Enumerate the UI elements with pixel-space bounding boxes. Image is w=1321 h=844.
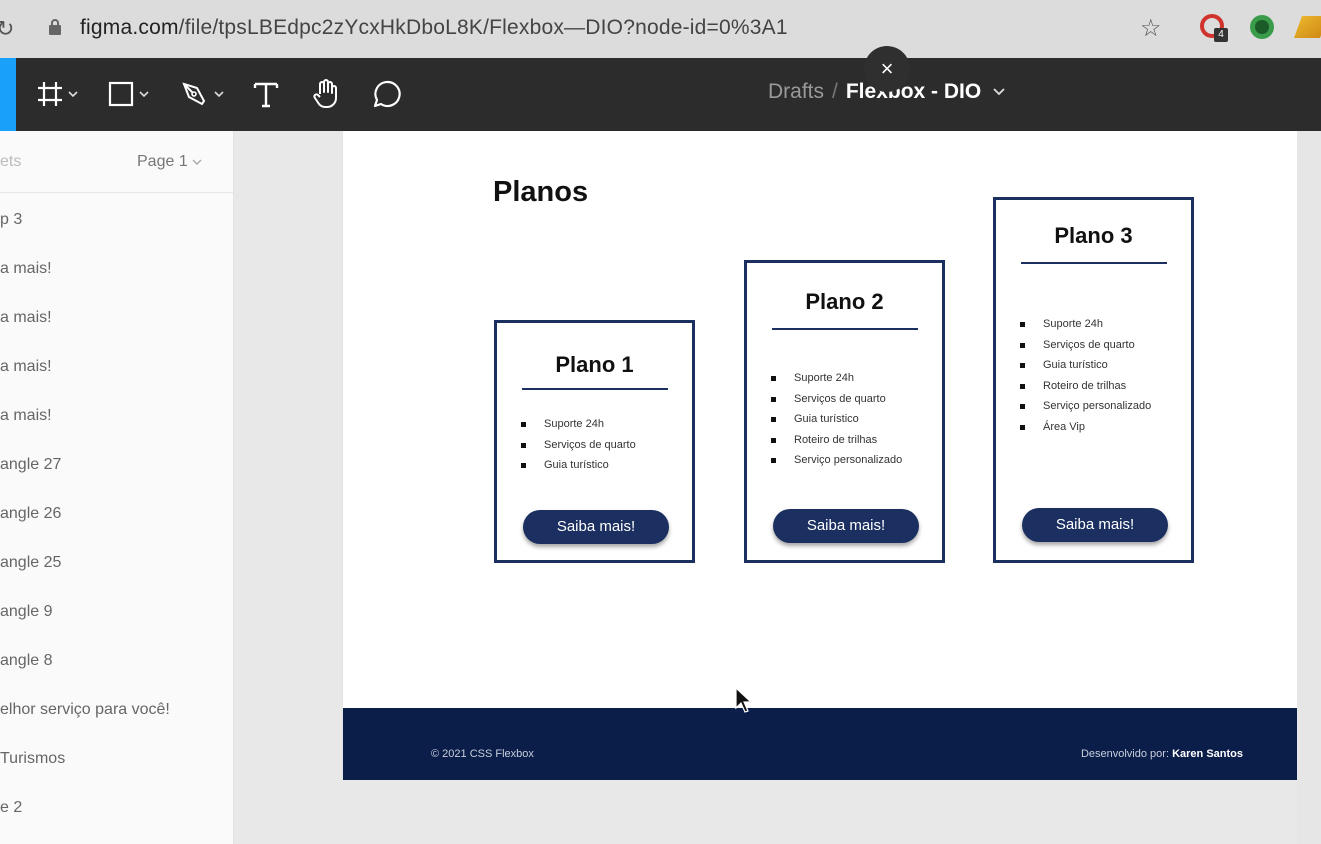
footer-credit: Desenvolvido por: Karen Santos [1081,748,1243,760]
assets-tab[interactable]: ets [0,153,21,171]
comment-tool[interactable] [372,78,402,110]
url-path: /file/tpsLBEdpc2zYcxHkDboL8K/Flexbox—DIO… [178,16,788,39]
chevron-down-icon [192,159,202,165]
extension-icon[interactable] [1293,16,1321,38]
feature-item: Serviço personalizado [771,450,942,471]
lock-icon [49,19,61,35]
feature-item: Roteiro de trilhas [771,430,942,451]
layer-item[interactable]: a mais! [0,357,233,406]
page-selector[interactable]: Page 1 [137,153,202,171]
file-name[interactable]: Flexbox - DIO [846,80,981,103]
plan-card-2[interactable]: Plano 2 Suporte 24h Serviços de quarto G… [744,260,945,563]
canvas-edge [1297,131,1321,844]
section-title: Planos [493,176,589,208]
pen-tool[interactable] [180,78,224,110]
chevron-down-icon [139,91,149,98]
feature-item: Roteiro de trilhas [1020,376,1191,397]
rectangle-tool[interactable] [107,78,149,110]
comment-icon [373,80,401,108]
mouse-cursor-icon [735,686,753,713]
plan-card-1[interactable]: Plano 1 Suporte 24h Serviços de quarto G… [494,320,695,563]
feature-item: Guia turístico [1020,355,1191,376]
canvas[interactable]: Planos Plano 1 Suporte 24h Serviços de q… [234,131,1321,844]
page-footer: © 2021 CSS Flexbox Desenvolvido por: Kar… [343,708,1297,780]
layer-item[interactable]: e 2 [0,798,233,844]
card-divider [521,388,668,390]
feature-item: Guia turístico [521,455,692,476]
card-divider [771,328,918,330]
breadcrumb-drafts[interactable]: Drafts [768,80,824,103]
layer-item[interactable]: angle 27 [0,455,233,504]
bookmark-star-icon[interactable]: ☆ [1140,14,1162,43]
developer-name: Karen Santos [1172,748,1243,760]
browser-address-bar: ↻ figma.com/file/tpsLBEdpc2zYcxHkDboL8K/… [0,0,1321,58]
layer-item[interactable]: angle 25 [0,553,233,602]
main-menu-button[interactable] [0,58,16,131]
saiba-mais-button[interactable]: Saiba mais! [1022,508,1168,542]
text-icon [253,82,279,108]
saiba-mais-button[interactable]: Saiba mais! [523,510,669,544]
layer-item[interactable]: a mais! [0,406,233,455]
rectangle-icon [108,81,134,107]
feature-item: Serviço personalizado [1020,396,1191,417]
layer-item[interactable]: Turismos [0,749,233,798]
feature-list: Suporte 24h Serviços de quarto Guia turí… [996,314,1191,437]
plan-card-3[interactable]: Plano 3 Suporte 24h Serviços de quarto G… [993,197,1194,563]
layer-item[interactable]: angle 26 [0,504,233,553]
card-title: Plano 1 [555,352,634,377]
design-frame[interactable]: Planos Plano 1 Suporte 24h Serviços de q… [343,131,1297,779]
chevron-down-icon [214,91,224,98]
layer-item[interactable]: angle 8 [0,651,233,700]
feature-item: Serviços de quarto [771,389,942,410]
layer-list: p 3 a mais! a mais! a mais! a mais! angl… [0,193,233,844]
text-tool[interactable] [252,78,280,110]
layer-item[interactable]: p 3 [0,210,233,259]
layer-item[interactable]: elhor serviço para você! [0,700,233,749]
reload-icon[interactable]: ↻ [0,16,14,42]
extension-icon[interactable]: 4 [1200,14,1228,42]
feature-item: Suporte 24h [771,368,942,389]
chevron-down-icon[interactable] [993,88,1005,96]
feature-item: Suporte 24h [521,414,692,435]
breadcrumb-separator: / [832,80,838,103]
extension-badge: 4 [1214,28,1228,42]
saiba-mais-button[interactable]: Saiba mais! [773,509,919,543]
feature-item: Área Vip [1020,417,1191,438]
developed-by-label: Desenvolvido por: [1080,748,1170,760]
hand-icon [313,79,337,108]
pen-icon [182,82,206,106]
page-label: Page 1 [137,153,188,170]
url-field[interactable]: figma.com/file/tpsLBEdpc2zYcxHkDboL8K/Fl… [80,16,788,40]
panel-header: ets Page 1 [0,131,233,193]
url-host: figma.com [80,16,179,39]
frame-icon [38,82,62,106]
card-divider [1020,262,1167,264]
figma-toolbar: Drafts / Flexbox - DIO [0,58,1321,131]
frame-tool[interactable] [36,78,78,110]
card-title: Plano 2 [805,289,884,314]
close-button[interactable]: × [864,46,910,92]
layer-item[interactable]: a mais! [0,259,233,308]
layer-item[interactable]: a mais! [0,308,233,357]
feature-item: Serviços de quarto [521,435,692,456]
feature-item: Suporte 24h [1020,314,1191,335]
hand-tool[interactable] [312,78,342,110]
feature-list: Suporte 24h Serviços de quarto Guia turí… [497,414,692,476]
card-title: Plano 3 [1054,223,1133,248]
feature-list: Suporte 24h Serviços de quarto Guia turí… [747,368,942,471]
layer-item[interactable]: angle 9 [0,602,233,651]
chevron-down-icon [68,91,78,98]
extension-icon[interactable] [1250,15,1274,39]
footer-copyright: © 2021 CSS Flexbox [431,748,534,760]
feature-item: Guia turístico [771,409,942,430]
layers-panel: ets Page 1 p 3 a mais! a mais! a mais! a… [0,131,234,844]
feature-item: Serviços de quarto [1020,335,1191,356]
